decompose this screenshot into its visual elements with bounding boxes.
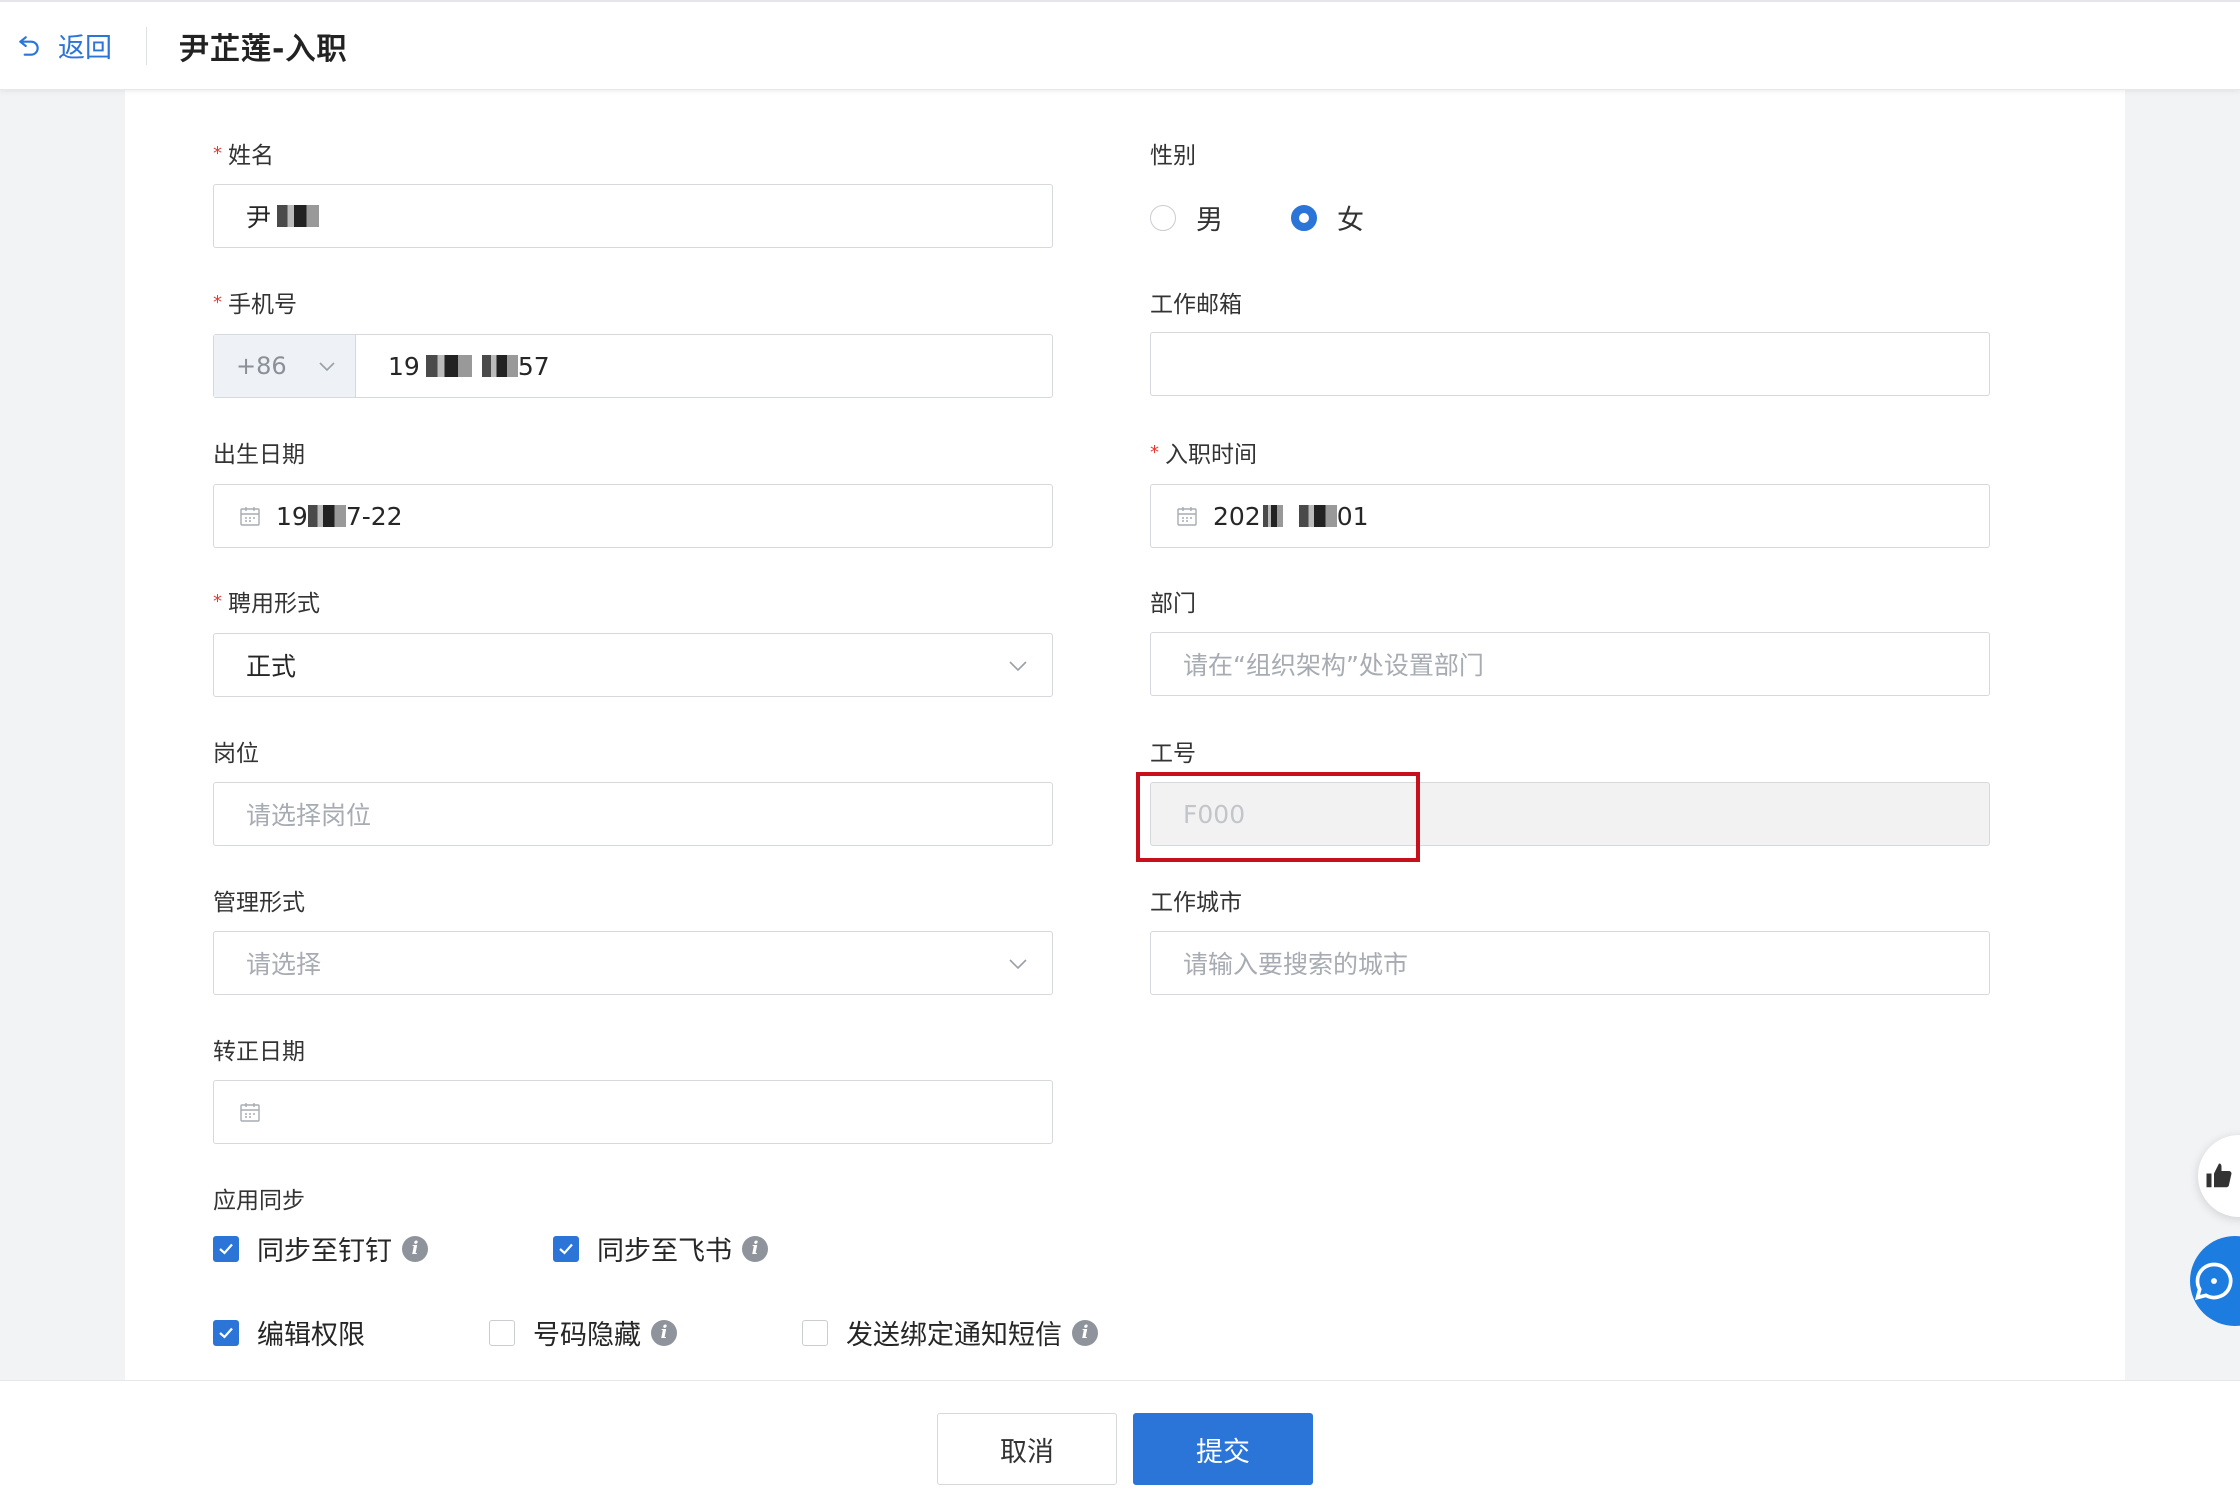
birth-date-label: 出生日期 [213,442,305,468]
gender-female-radio[interactable]: 女 [1291,198,1364,237]
birth-date-value-end: 7-22 [345,501,403,531]
regularization-date-input[interactable] [213,1080,1053,1144]
employment-type-value: 正式 [246,652,297,681]
hire-date-value-end: 01 [1336,501,1369,531]
chevron-down-icon [1009,959,1027,970]
department-label: 部门 [1150,591,1196,617]
edit-permission-checkbox[interactable]: 编辑权限 [213,1313,365,1352]
hire-date-label: * 入职时间 [1150,442,1257,468]
cancel-button[interactable]: 取消 [937,1413,1117,1485]
chat-bubble-icon [2194,1262,2233,1301]
back-label: 返回 [58,33,112,64]
app-sync-label: 应用同步 [213,1188,305,1214]
thumbs-up-icon [2206,1163,2232,1188]
name-input[interactable]: 尹 [213,184,1053,248]
birth-date-value-start: 19 [276,501,308,531]
gender-male-radio[interactable]: 男 [1150,198,1223,237]
phone-label: * 手机号 [213,292,297,318]
radio-label: 女 [1337,205,1364,236]
redacted-text [307,505,346,527]
management-type-placeholder: 请选择 [246,950,322,979]
radio-checked-icon [1291,204,1317,231]
floating-thumb-button[interactable] [2198,1135,2240,1217]
redacted-text [1262,505,1283,527]
sync-dingtalk-checkbox[interactable]: 同步至钉钉 i [213,1229,428,1268]
employee-id-value: F000 [1183,799,1246,829]
department-input[interactable]: 请在“组织架构”处设置部门 [1150,632,1990,696]
checkbox-checked-icon [553,1235,579,1262]
regularization-date-label: 转正日期 [213,1039,305,1065]
phone-value-end: 57 [517,351,550,381]
chevron-down-icon [1009,661,1027,672]
management-type-label: 管理形式 [213,890,305,916]
undo-arrow-icon [19,35,39,56]
redacted-text [425,355,472,377]
page-title: 尹芷莲-入职 [179,31,348,67]
work-email-label: 工作邮箱 [1150,292,1242,318]
hide-number-checkbox[interactable]: 号码隐藏 i [489,1313,677,1352]
gender-label: 性别 [1150,143,1196,169]
birth-date-input[interactable]: 19 7-22 [213,484,1053,548]
employee-id-input: F000 [1150,782,1990,846]
name-value: 尹 [246,203,272,232]
info-icon[interactable]: i [402,1235,428,1262]
header-divider [146,26,147,65]
phone-input[interactable]: +86 19 57 [213,334,1053,398]
required-marker: * [1150,442,1159,463]
sync-feishu-label: 同步至飞书 [597,1236,732,1267]
checkbox-checked-icon [213,1235,239,1262]
management-type-select[interactable]: 请选择 [213,931,1053,995]
position-label: 岗位 [213,741,259,767]
required-marker: * [213,143,222,164]
submit-button[interactable]: 提交 [1133,1413,1313,1485]
sync-feishu-checkbox[interactable]: 同步至飞书 i [553,1229,768,1268]
floating-chat-button[interactable] [2190,1236,2240,1326]
sync-dingtalk-label: 同步至钉钉 [257,1236,392,1267]
calendar-icon [240,507,260,526]
work-email-input[interactable] [1150,332,1990,396]
gender-radio-group: 男 女 [1150,198,1432,237]
edit-permission-label: 编辑权限 [257,1320,365,1351]
required-marker: * [213,591,222,612]
hire-date-value-start: 202 [1213,501,1261,531]
info-icon[interactable]: i [651,1319,677,1346]
back-button[interactable]: 返回 [16,26,112,65]
checkbox-checked-icon [213,1319,239,1346]
hire-date-input[interactable]: 202 01 [1150,484,1990,548]
country-code-value: +86 [236,352,287,380]
redacted-text [277,205,320,227]
checkbox-unchecked-icon [802,1319,828,1346]
employment-type-select[interactable]: 正式 [213,633,1053,697]
required-marker: * [213,292,222,313]
calendar-icon [1177,507,1197,526]
work-city-label: 工作城市 [1150,890,1242,916]
position-placeholder: 请选择岗位 [246,801,372,830]
redacted-text [481,355,518,377]
calendar-icon [240,1103,260,1122]
country-code-select[interactable]: +86 [214,335,356,397]
redacted-text [1298,505,1337,527]
page-header: 返回 尹芷莲-入职 [0,0,2240,90]
form-footer: 取消 提交 [0,1380,2240,1500]
position-select[interactable]: 请选择岗位 [213,782,1053,846]
info-icon[interactable]: i [742,1235,768,1262]
name-label: * 姓名 [213,143,274,169]
radio-unchecked-icon [1150,204,1176,231]
phone-value-start: 19 [388,351,420,381]
checkbox-unchecked-icon [489,1319,515,1346]
employee-id-label: 工号 [1150,741,1196,767]
radio-label: 男 [1196,205,1223,236]
onboarding-form: * 姓名 尹 性别 男 女 * 手机号 +86 19 57 工作邮箱 出生日期 19 [125,90,2125,1380]
work-city-placeholder: 请输入要搜索的城市 [1183,950,1409,979]
department-placeholder: 请在“组织架构”处设置部门 [1183,651,1484,680]
chevron-down-icon [319,362,335,372]
info-icon[interactable]: i [1072,1319,1098,1346]
work-city-input[interactable]: 请输入要搜索的城市 [1150,931,1990,995]
send-sms-label: 发送绑定通知短信 [846,1320,1062,1351]
hide-number-label: 号码隐藏 [533,1320,641,1351]
send-sms-checkbox[interactable]: 发送绑定通知短信 i [802,1313,1098,1352]
employment-type-label: * 聘用形式 [213,591,320,617]
